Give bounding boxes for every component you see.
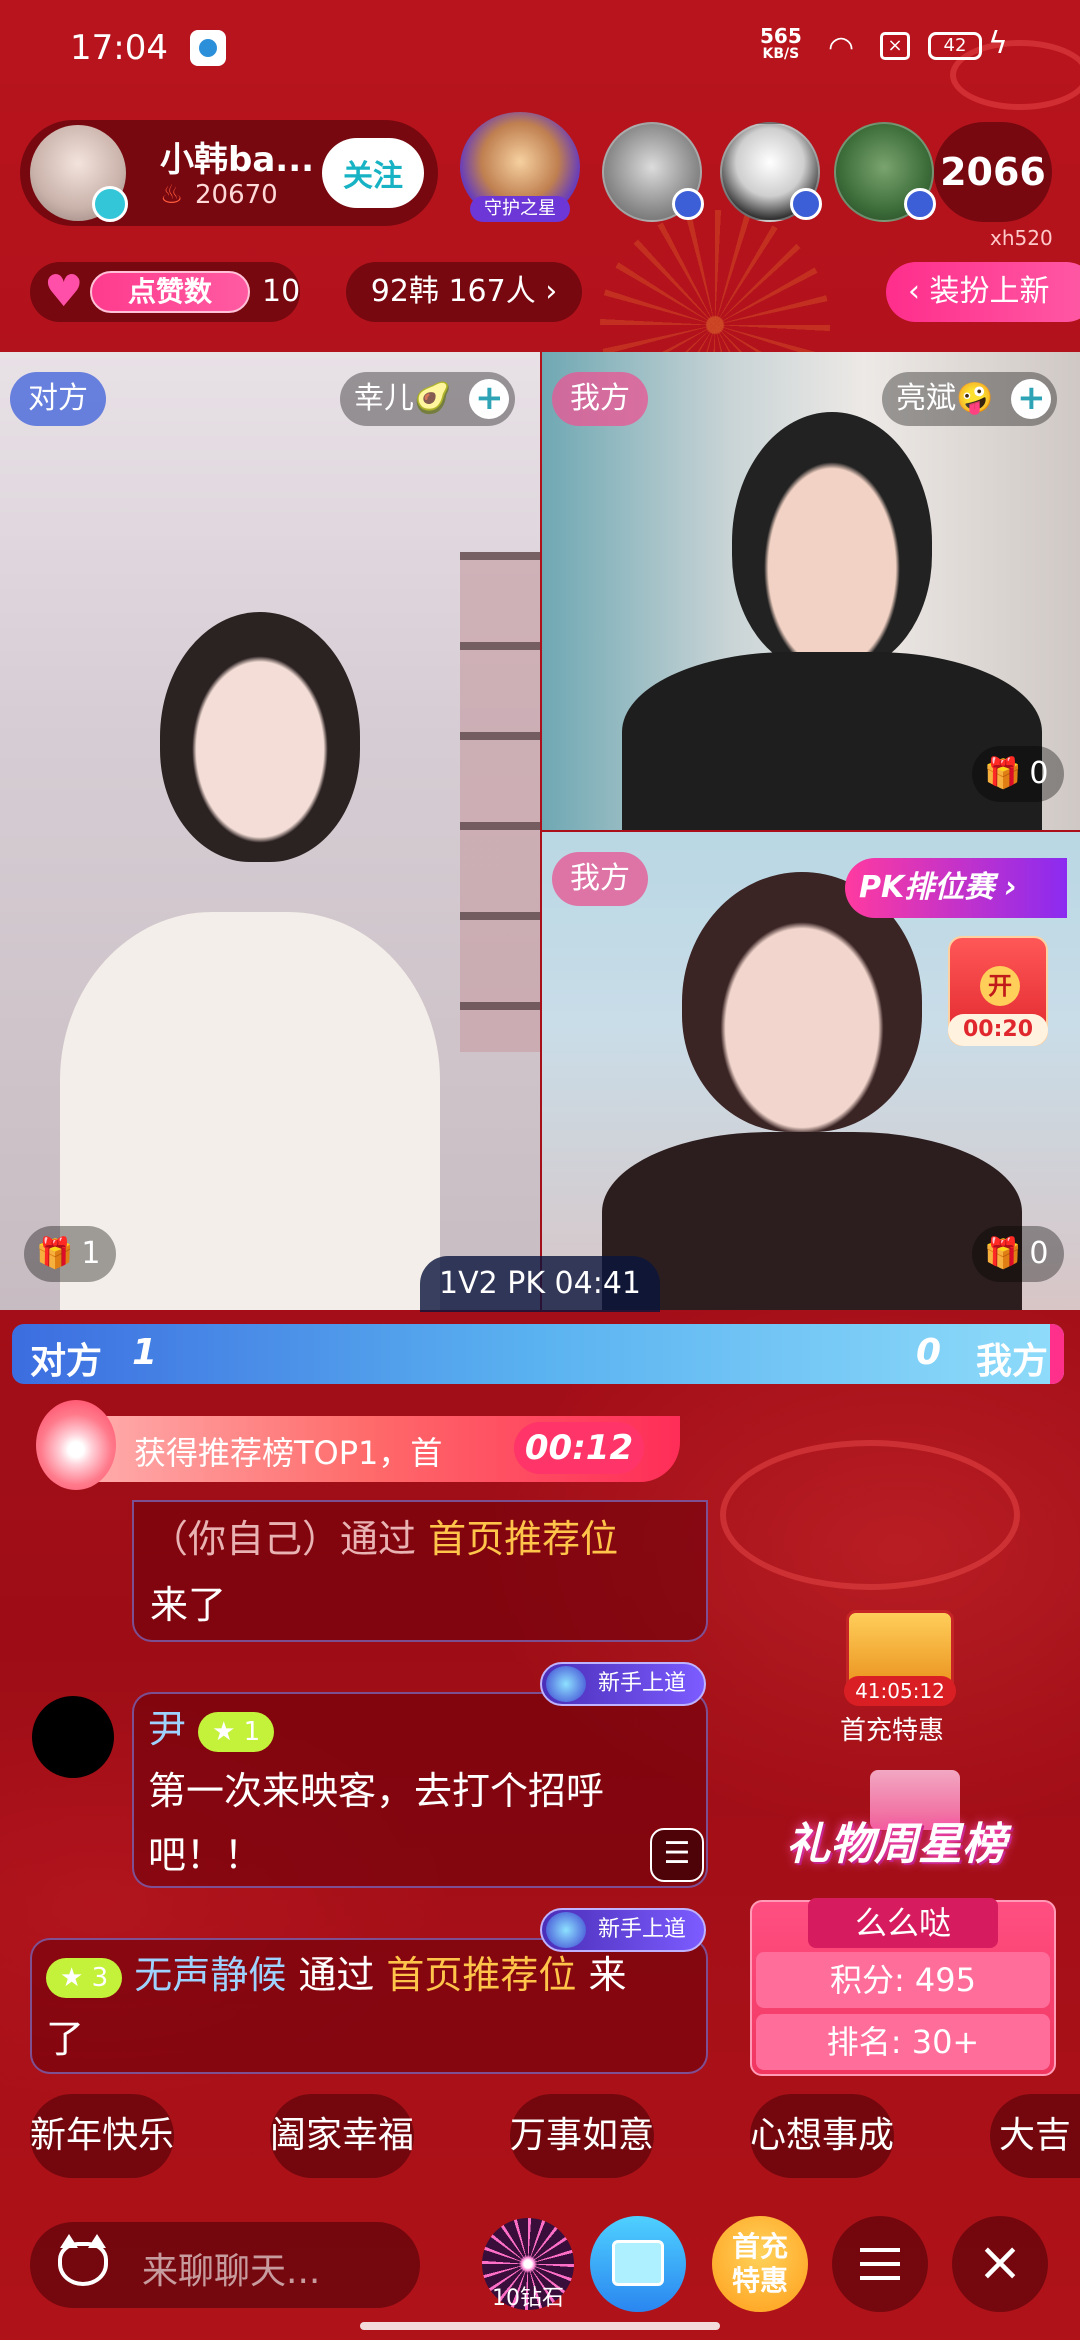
room-id: xh520 xyxy=(990,226,1053,250)
likes-label: 点赞数 xyxy=(90,271,250,313)
score-left-label: 对方 xyxy=(30,1341,103,1382)
pk-score-bar: 对方 1 0 我方 xyxy=(12,1324,1064,1384)
quick-phrase[interactable]: 万事如意 xyxy=(510,2094,654,2178)
user-level-badge: ★ 1 xyxy=(198,1711,275,1752)
gift-button[interactable] xyxy=(590,2216,686,2312)
reply-icon[interactable]: ☰ xyxy=(650,1828,704,1882)
gift-icon: 🎁 xyxy=(984,1236,1022,1271)
gift-icon: 🎁 xyxy=(36,1236,74,1271)
battery-icon: 42 xyxy=(928,32,982,60)
first-charge-button[interactable]: 首充 特惠 xyxy=(712,2216,808,2312)
background-shelf xyxy=(460,552,540,1052)
charging-icon: ϟ xyxy=(988,26,1008,61)
score-right-cap xyxy=(1050,1324,1064,1384)
firework-price: 10钻石 xyxy=(492,2286,564,2311)
viewer-count[interactable]: 2066 xyxy=(934,122,1052,222)
gift-week-rank: 排名: 30+ xyxy=(756,2014,1050,2070)
newbie-badge: 新手上道 xyxy=(540,1662,707,1706)
flame-orb-icon xyxy=(36,1400,116,1490)
chat-user-avatar[interactable] xyxy=(32,1696,114,1778)
rank-pill[interactable]: 92韩 167人 › xyxy=(346,262,582,322)
host-verified-icon xyxy=(92,186,128,222)
streamer-figure xyxy=(60,912,440,1310)
score-right-label: 我方 xyxy=(976,1341,1049,1382)
gift-week-points: 积分: 495 xyxy=(756,1952,1050,2008)
chat-message: （你自己）通过 首页推荐位 来了 xyxy=(132,1500,708,1642)
opponent-tag: 对方 xyxy=(10,372,106,426)
host-name: 小韩ba... xyxy=(160,140,315,180)
gift-icon: 🎁 xyxy=(984,756,1022,791)
pk-timer: 1V2 PK 04:41 xyxy=(420,1256,660,1312)
gift-icon xyxy=(612,2240,664,2286)
quick-phrase[interactable]: 大吉 xyxy=(990,2094,1080,2178)
gift-week-name: 么么哒 xyxy=(808,1898,998,1948)
chat-input[interactable]: 来聊聊天... xyxy=(30,2222,420,2308)
first-charge-label[interactable]: 首充特惠 xyxy=(840,1710,944,1747)
host-heat-count: 20670 xyxy=(195,180,278,210)
score-right-value: 0 xyxy=(916,1332,942,1373)
app-notification-icon xyxy=(190,30,226,66)
quick-phrase[interactable]: 心想事成 xyxy=(750,2094,894,2178)
first-charge-timer: 41:05:12 xyxy=(844,1676,956,1706)
red-packet-open: 开 xyxy=(980,966,1020,1006)
heart-icon: ♥ xyxy=(44,266,84,317)
follow-plus-icon[interactable]: + xyxy=(469,379,510,419)
chat-message: 尹 ★ 1 第一次来映客，去打个招呼 吧！！ xyxy=(132,1692,708,1888)
chat-user-name[interactable]: 尹 xyxy=(148,1707,186,1751)
viewer-crown-icon xyxy=(904,188,936,220)
host-card[interactable]: 小韩ba... ♨ 20670 关注 xyxy=(20,120,438,226)
cat-emoji-icon[interactable] xyxy=(58,2234,108,2286)
newbie-badge: 新手上道 xyxy=(540,1908,707,1952)
viewer-crown-icon xyxy=(672,188,704,220)
quick-phrase[interactable]: 新年快乐 xyxy=(30,2094,174,2178)
fire-icon: ♨ xyxy=(160,180,184,210)
likes-pill[interactable]: ♥ 点赞数 10 xyxy=(30,262,300,322)
status-bar: 17:04 565 KB/S ◠ × 42 ϟ xyxy=(0,0,1080,96)
score-left-value: 1 xyxy=(132,1332,158,1373)
streamer-figure xyxy=(622,652,1042,830)
streamer-figure xyxy=(160,612,360,862)
our-side-tag: 我方 xyxy=(552,852,648,906)
user-level-badge: ★ 3 xyxy=(46,1957,123,1998)
our-name-pill[interactable]: 亮斌🤪 + xyxy=(882,372,1058,426)
our-video-top[interactable]: 我方 亮斌🤪 + 🎁 0 xyxy=(542,352,1080,830)
dress-up-button[interactable]: ‹ 装扮上新 xyxy=(886,262,1080,322)
follow-plus-icon[interactable]: + xyxy=(1011,379,1052,419)
wifi-icon: ◠ xyxy=(828,30,855,65)
home-indicator[interactable] xyxy=(360,2322,720,2330)
likes-count: 10 xyxy=(262,274,301,309)
our-streamer-name: 亮斌🤪 xyxy=(896,381,994,416)
chat-placeholder: 来聊聊天... xyxy=(142,2251,321,2292)
network-speed: 565 KB/S xyxy=(760,24,802,62)
gift-counter[interactable]: 🎁 0 xyxy=(972,746,1065,802)
pk-rank-badge[interactable]: PK排位赛 › xyxy=(845,858,1067,918)
gift-counter[interactable]: 🎁 1 xyxy=(24,1226,117,1282)
opponent-video[interactable]: 对方 幸儿🥑 + 🎁 1 xyxy=(0,352,540,1310)
recommend-banner-text: 获得推荐榜TOP1，首 xyxy=(134,1434,443,1472)
newbie-icon xyxy=(546,1912,586,1948)
follow-button[interactable]: 关注 xyxy=(322,138,424,208)
clock: 17:04 xyxy=(70,28,168,68)
opponent-name: 幸儿🥑 xyxy=(354,381,452,416)
our-side-tag: 我方 xyxy=(552,372,648,426)
guard-star-label: 守护之星 xyxy=(470,196,570,222)
streamer-figure xyxy=(732,412,932,672)
chat-message: ★ 3 无声静候 通过 首页推荐位 来 了 xyxy=(30,1938,708,2074)
chat-user-name[interactable]: 无声静候 xyxy=(134,1953,286,1997)
gift-counter[interactable]: 🎁 0 xyxy=(972,1226,1065,1282)
viewer-crown-icon xyxy=(790,188,822,220)
streamer-figure xyxy=(602,1132,1022,1310)
no-sim-icon: × xyxy=(880,32,910,60)
menu-button[interactable] xyxy=(832,2216,928,2312)
close-button[interactable]: × xyxy=(952,2216,1048,2312)
recommend-timer: 00:12 xyxy=(514,1422,644,1474)
menu-icon xyxy=(860,2248,900,2252)
quick-phrase[interactable]: 阖家幸福 xyxy=(270,2094,414,2178)
gift-week-title[interactable]: 礼物周星榜 xyxy=(786,1808,1006,1872)
red-packet-timer: 00:20 xyxy=(948,1014,1048,1046)
newbie-icon xyxy=(546,1666,586,1702)
cloud-decoration xyxy=(720,1440,1020,1590)
opponent-name-pill[interactable]: 幸儿🥑 + xyxy=(340,372,516,426)
